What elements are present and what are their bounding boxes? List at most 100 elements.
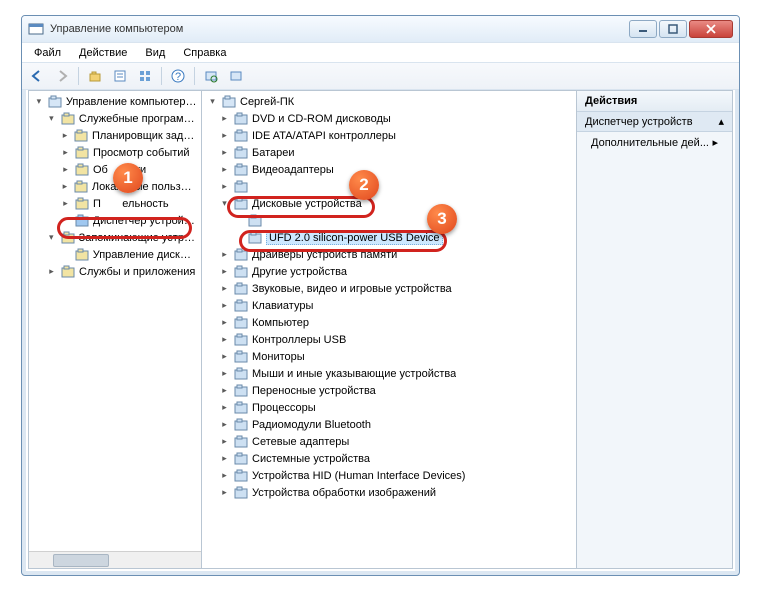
expander-icon[interactable]: ▸ [219, 164, 230, 175]
device-tree-item[interactable]: ▸Другие устройства [202, 263, 576, 280]
tree-label: П ельность [93, 198, 169, 210]
device-tree-item[interactable]: ▸Контроллеры USB [202, 331, 576, 348]
tree-item[interactable]: Управление дисками [29, 246, 201, 263]
close-button[interactable] [689, 20, 733, 38]
device-tree-item[interactable]: ▸DVD и CD-ROM дисководы [202, 110, 576, 127]
device-tree-item[interactable]: ▸Клавиатуры [202, 297, 576, 314]
device-tree-item[interactable]: ▸Видеоадаптеры [202, 161, 576, 178]
device-tree-item[interactable]: ▸Устройства HID (Human Interface Devices… [202, 467, 576, 484]
device-tree-root[interactable]: ▾Сергей-ПК [202, 93, 576, 110]
tree-item[interactable]: ▾Запоминающие устройс [29, 229, 201, 246]
expander-icon[interactable]: ▸ [60, 181, 70, 192]
expander-icon[interactable] [60, 249, 71, 260]
device-tree-item[interactable]: ▸IDE ATA/ATAPI контроллеры [202, 127, 576, 144]
expander-icon[interactable]: ▸ [219, 130, 230, 141]
expander-icon[interactable]: ▸ [219, 283, 230, 294]
scan-button[interactable] [200, 65, 222, 87]
expander-icon[interactable]: ▸ [219, 453, 230, 464]
expander-icon[interactable]: ▸ [219, 385, 230, 396]
device-tree-item[interactable]: ▸Системные устройства [202, 450, 576, 467]
chevron-right-icon: ▸ [712, 136, 718, 149]
expander-icon[interactable]: ▸ [219, 487, 230, 498]
help-button[interactable]: ? [167, 65, 189, 87]
device-tree-item[interactable]: ▸ Компьютер [202, 314, 576, 331]
device-tree-item[interactable]: ▸ Мыши и иные указывающие устройства [202, 365, 576, 382]
device-tree-item[interactable]: UFD 2.0 silicon-power USB Device [202, 229, 576, 246]
expander-icon[interactable]: ▸ [219, 436, 230, 447]
tree-item[interactable]: ▸Службы и приложения [29, 263, 201, 280]
device-tree-item[interactable]: ▸Сетевые адаптеры [202, 433, 576, 450]
tree-item[interactable]: ▸Просмотр событий [29, 144, 201, 161]
up-button[interactable] [84, 65, 106, 87]
expander-icon[interactable] [233, 232, 244, 243]
expander-icon[interactable]: ▾ [219, 198, 230, 209]
expander-icon[interactable]: ▸ [219, 266, 230, 277]
device-icon [233, 128, 249, 144]
back-button[interactable] [26, 65, 48, 87]
device-tree-item[interactable] [202, 212, 576, 229]
svg-text:?: ? [175, 71, 181, 83]
menu-action[interactable]: Действие [71, 45, 135, 60]
expander-icon[interactable]: ▸ [219, 402, 230, 413]
folder-icon [60, 111, 76, 127]
expander-icon[interactable]: ▸ [219, 470, 230, 481]
expander-icon[interactable]: ▸ [219, 334, 230, 345]
h-scrollbar[interactable] [29, 551, 201, 568]
expander-icon[interactable]: ▸ [219, 147, 230, 158]
expander-icon[interactable]: ▸ [60, 130, 70, 141]
expander-icon[interactable]: ▸ [219, 317, 230, 328]
properties-button[interactable] [109, 65, 131, 87]
expander-icon[interactable]: ▸ [219, 351, 230, 362]
tree-item[interactable]: ▾Служебные программы [29, 110, 201, 127]
device-tree-item[interactable]: ▸Процессоры [202, 399, 576, 416]
expander-icon[interactable]: ▾ [46, 232, 57, 243]
tree-item[interactable]: ▸ П ельность [29, 195, 201, 212]
expander-icon[interactable]: ▸ [219, 181, 230, 192]
tree-label: Мыши и иные указывающие устройства [252, 368, 456, 380]
minimize-button[interactable] [629, 20, 657, 38]
device-icon [233, 434, 249, 450]
menu-help[interactable]: Справка [175, 45, 234, 60]
expander-icon[interactable]: ▸ [60, 147, 71, 158]
expander-icon[interactable]: ▸ [219, 113, 230, 124]
expander-icon[interactable]: ▸ [60, 164, 71, 175]
device-tree-item[interactable]: ▾Дисковые устройства [202, 195, 576, 212]
expander-icon[interactable] [233, 215, 244, 226]
expander-icon[interactable]: ▸ [46, 266, 57, 277]
device-icon [233, 383, 249, 399]
tree-label: Мониторы [252, 351, 305, 363]
device-tree-item[interactable]: ▸Радиомодули Bluetooth [202, 416, 576, 433]
device-tree-item[interactable]: ▸ Мониторы [202, 348, 576, 365]
device-tree-item[interactable]: ▸Устройства обработки изображений [202, 484, 576, 501]
device-tree-item[interactable]: ▸Драйверы устройств памяти [202, 246, 576, 263]
device-tree-item[interactable]: ▸ [202, 178, 576, 195]
tree-item[interactable]: Диспетчер устройств [29, 212, 201, 229]
expander-icon[interactable]: ▸ [219, 368, 230, 379]
tiles-button[interactable] [134, 65, 156, 87]
actions-section[interactable]: Диспетчер устройств ▴ [577, 112, 732, 132]
tree-label: UFD 2.0 silicon-power USB Device [266, 231, 443, 245]
maximize-button[interactable] [659, 20, 687, 38]
expander-icon[interactable]: ▸ [219, 300, 230, 311]
tree-label: Локальные пользовате [92, 181, 197, 193]
computer-mgmt-icon [47, 94, 63, 110]
expander-icon[interactable]: ▸ [219, 249, 230, 260]
folder-icon [60, 264, 76, 280]
menu-file[interactable]: Файл [26, 45, 69, 60]
device-icon [233, 298, 249, 314]
device-icon [233, 196, 249, 212]
forward-button[interactable] [51, 65, 73, 87]
tree-label: Компьютер [252, 317, 309, 329]
menu-view[interactable]: Вид [137, 45, 173, 60]
device-tree-item[interactable]: ▸Батареи [202, 144, 576, 161]
device-tree-item[interactable]: ▸Переносные устройства [202, 382, 576, 399]
actions-more[interactable]: Дополнительные дей... ▸ [577, 132, 732, 153]
refresh-button[interactable] [225, 65, 247, 87]
expander-icon[interactable]: ▾ [46, 113, 57, 124]
expander-icon[interactable] [60, 215, 71, 226]
tree-root[interactable]: ▾Управление компьютером (л [29, 93, 201, 110]
tree-item[interactable]: ▸Планировщик заданий [29, 127, 201, 144]
device-tree-item[interactable]: ▸Звуковые, видео и игровые устройства [202, 280, 576, 297]
expander-icon[interactable]: ▸ [60, 198, 71, 209]
expander-icon[interactable]: ▸ [219, 419, 230, 430]
